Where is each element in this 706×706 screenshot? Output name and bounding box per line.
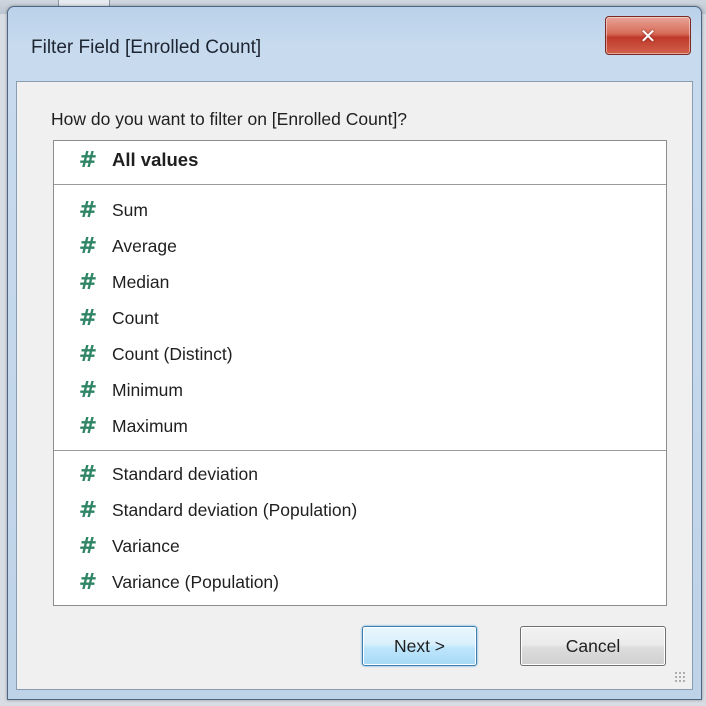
list-item-all-values[interactable]: # All values: [54, 143, 666, 177]
hash-icon: #: [78, 341, 98, 367]
list-item-label: Count (Distinct): [112, 343, 233, 364]
list-item-label: Minimum: [112, 379, 183, 400]
list-item-label: Maximum: [112, 415, 188, 436]
group-divider: [54, 184, 666, 185]
close-icon: ✕: [639, 23, 657, 48]
list-item-label: Sum: [112, 199, 148, 220]
hash-icon: #: [78, 197, 98, 223]
hash-icon: #: [78, 233, 98, 259]
close-button[interactable]: ✕: [605, 16, 691, 55]
filter-prompt: How do you want to filter on [Enrolled C…: [51, 109, 408, 129]
hash-icon: #: [78, 497, 98, 523]
hash-icon: #: [78, 413, 98, 439]
hash-icon: #: [78, 569, 98, 595]
list-item-label: Variance (Population): [112, 571, 279, 592]
hash-icon: #: [78, 533, 98, 559]
list-item-standard-deviation[interactable]: # Standard deviation: [54, 457, 666, 491]
dialog-title: Filter Field [Enrolled Count]: [31, 37, 262, 58]
dialog-body: How do you want to filter on [Enrolled C…: [16, 81, 693, 690]
list-item-average[interactable]: # Average: [54, 229, 666, 263]
list-item-minimum[interactable]: # Minimum: [54, 373, 666, 407]
filter-field-dialog: Filter Field [Enrolled Count] ✕ How do y…: [7, 6, 702, 700]
list-item-label: All values: [112, 149, 199, 170]
list-item-variance-population[interactable]: # Variance (Population): [54, 565, 666, 599]
list-item-label: Standard deviation (Population): [112, 499, 358, 520]
list-item-count-distinct[interactable]: # Count (Distinct): [54, 337, 666, 371]
hash-icon: #: [78, 269, 98, 295]
list-item-maximum[interactable]: # Maximum: [54, 409, 666, 443]
list-item-variance[interactable]: # Variance: [54, 529, 666, 563]
list-item-label: Average: [112, 235, 177, 256]
group-divider: [54, 450, 666, 451]
list-item-sum[interactable]: # Sum: [54, 193, 666, 227]
hash-icon: #: [78, 461, 98, 487]
list-item-count[interactable]: # Count: [54, 301, 666, 335]
list-item-label: Standard deviation: [112, 463, 258, 484]
hash-icon: #: [78, 147, 98, 173]
title-bar[interactable]: Filter Field [Enrolled Count] ✕: [8, 7, 701, 79]
list-item-standard-deviation-population[interactable]: # Standard deviation (Population): [54, 493, 666, 527]
resize-grip-icon[interactable]: [674, 671, 686, 683]
list-item-label: Count: [112, 307, 159, 328]
list-item-median[interactable]: # Median: [54, 265, 666, 299]
list-item-label: Median: [112, 271, 170, 292]
next-button[interactable]: Next >: [362, 626, 477, 666]
list-item-label: Variance: [112, 535, 180, 556]
aggregation-list[interactable]: # All values # Sum # Average # Median # …: [53, 140, 667, 606]
hash-icon: #: [78, 377, 98, 403]
hash-icon: #: [78, 305, 98, 331]
cancel-button[interactable]: Cancel: [520, 626, 666, 666]
